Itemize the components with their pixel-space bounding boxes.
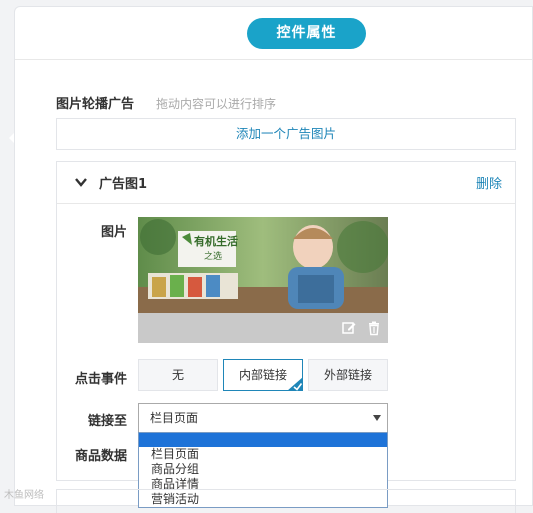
carousel-section-label: 图片轮播广告 — [56, 97, 135, 112]
link-to-select-value: 栏目页面 — [150, 411, 199, 425]
click-event-option-none[interactable]: 无 — [138, 359, 218, 391]
check-icon — [287, 377, 303, 391]
click-event-label: 点击事件 — [74, 372, 127, 387]
ad-image[interactable]: 有机生活 之选 — [138, 217, 388, 343]
properties-panel: 控件属性 图片轮播广告 拖动内容可以进行排序 添加一个广告图片 广告图1 删除 … — [14, 6, 533, 513]
edit-icon[interactable] — [341, 320, 357, 336]
ad-card-title: 广告图1 — [99, 177, 148, 192]
delete-ad-button[interactable]: 删除 — [476, 173, 502, 192]
ad-image-caption: 有机生活 — [194, 235, 238, 248]
link-to-label: 链接至 — [87, 414, 127, 429]
click-event-option-external[interactable]: 外部链接 — [308, 359, 388, 391]
header-divider — [15, 59, 532, 60]
next-card-edge — [56, 489, 516, 513]
carousel-section-hint: 拖动内容可以进行排序 — [156, 97, 277, 111]
ad-image-photo: 有机生活 之选 — [138, 217, 388, 313]
dropdown-option[interactable]: 栏目页面 — [139, 447, 387, 462]
image-field-label: 图片 — [100, 225, 127, 240]
panel-title: 控件属性 — [247, 18, 366, 49]
add-ad-image-button[interactable]: 添加一个广告图片 — [56, 118, 516, 150]
dropdown-arrow-icon — [373, 415, 381, 421]
dropdown-option-blank[interactable] — [139, 433, 387, 447]
click-event-option-internal-label: 内部链接 — [238, 368, 287, 382]
product-data-label: 商品数据 — [74, 449, 127, 464]
ad-card: 广告图1 删除 图片 有机生活 之选 点击事件 无 内部链接 外部链接 链接至 … — [56, 161, 516, 508]
click-event-option-internal[interactable]: 内部链接 — [223, 359, 303, 391]
ad-image-caption-sub: 之选 — [204, 252, 223, 262]
trash-icon[interactable] — [366, 320, 382, 336]
dropdown-option[interactable]: 商品分组 — [139, 462, 387, 477]
link-to-select[interactable]: 栏目页面 — [138, 403, 388, 433]
watermark: 木鱼网络 — [4, 490, 44, 501]
ad-card-header[interactable]: 广告图1 删除 — [57, 162, 515, 204]
image-toolbar — [138, 313, 388, 343]
chevron-down-icon[interactable] — [73, 174, 89, 190]
